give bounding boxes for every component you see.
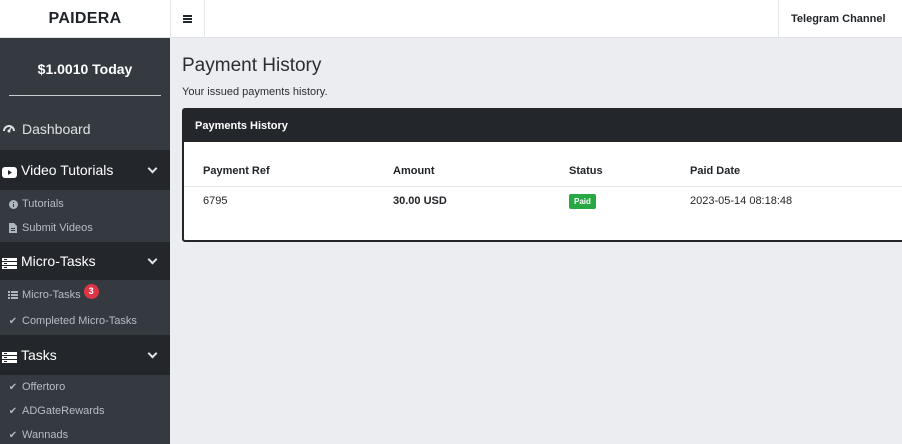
youtube-icon bbox=[2, 165, 17, 178]
tasks-list-icon bbox=[2, 256, 17, 269]
sidebar-item-wannads[interactable]: ✔ Wannads bbox=[0, 423, 170, 444]
sidebar-section-label: Tasks bbox=[21, 347, 57, 363]
list-icon bbox=[4, 291, 22, 299]
document-icon bbox=[4, 223, 22, 233]
sidebar-item-completed-micro-tasks[interactable]: ✔ Completed Micro-Tasks bbox=[0, 308, 170, 334]
sidebar-section-tasks[interactable]: Tasks bbox=[0, 335, 170, 375]
chevron-down-icon bbox=[147, 163, 158, 173]
check-icon: ✔ bbox=[8, 405, 18, 417]
column-header: Status bbox=[569, 156, 690, 187]
payments-card: Payments History Payment Ref Amount Stat… bbox=[182, 108, 902, 242]
sidebar-section-video-tutorials[interactable]: Video Tutorials bbox=[0, 150, 170, 190]
table-header-row: Payment Ref Amount Status Paid Date bbox=[184, 156, 902, 187]
sidebar-section-label: Micro-Tasks bbox=[21, 253, 96, 269]
sidebar-item-label: Dashboard bbox=[22, 120, 91, 137]
status-badge: Paid bbox=[569, 193, 596, 209]
sidebar: $1.0010 Today Dashboard Video Tutorials … bbox=[0, 38, 170, 444]
paid-date-cell: 2023-05-14 08:18:48 bbox=[690, 195, 793, 208]
balance-today: $1.0010 Today bbox=[9, 38, 161, 96]
sidebar-item-dashboard[interactable]: Dashboard bbox=[0, 111, 170, 146]
table-row: 6795 30.00 USD Paid 2023-05-14 08:18:48 bbox=[184, 186, 902, 216]
check-icon: ✔ bbox=[8, 381, 18, 393]
info-icon bbox=[4, 199, 22, 209]
top-navbar: PAIDERA Telegram Channel bbox=[0, 0, 902, 38]
submenu-tasks: ✔ Offertoro ✔ ADGateRewards ✔ Wannads bbox=[0, 375, 170, 444]
tasks-list-icon bbox=[2, 350, 17, 363]
check-icon: ✔ bbox=[8, 315, 18, 327]
sidebar-item-label: Wannads bbox=[22, 429, 69, 441]
chevron-down-icon bbox=[147, 254, 158, 264]
payments-table: Payment Ref Amount Status Paid Date 6795… bbox=[184, 156, 902, 216]
sidebar-item-label: Offertoro bbox=[22, 381, 66, 393]
page-title: Payment History bbox=[182, 55, 322, 76]
sidebar-section-label: Video Tutorials bbox=[21, 162, 114, 178]
sidebar-section-micro-tasks[interactable]: Micro-Tasks bbox=[0, 242, 170, 280]
column-header: Paid Date bbox=[690, 156, 902, 187]
check-icon: ✔ bbox=[8, 429, 18, 441]
submenu-micro-tasks: Micro-Tasks 3 ✔ Completed Micro-Tasks bbox=[0, 280, 170, 335]
sidebar-item-label: Submit Videos bbox=[22, 222, 93, 234]
column-header: Amount bbox=[393, 156, 569, 187]
sidebar-item-offertoro[interactable]: ✔ Offertoro bbox=[0, 375, 170, 399]
sidebar-item-micro-tasks[interactable]: Micro-Tasks 3 bbox=[0, 282, 170, 308]
sidebar-item-adgaterewards[interactable]: ✔ ADGateRewards bbox=[0, 399, 170, 423]
payment-ref-cell: 6795 bbox=[203, 195, 228, 208]
telegram-channel-link[interactable]: Telegram Channel bbox=[778, 0, 902, 38]
chevron-down-icon bbox=[147, 348, 158, 358]
brand-logo[interactable]: PAIDERA bbox=[0, 0, 170, 38]
notification-badge: 3 bbox=[83, 283, 99, 299]
sidebar-item-tutorials[interactable]: Tutorials bbox=[0, 192, 170, 216]
dashboard-icon bbox=[2, 121, 18, 136]
column-header: Payment Ref bbox=[184, 156, 393, 187]
sidebar-item-label: Micro-Tasks bbox=[22, 289, 81, 301]
sidebar-item-submit-videos[interactable]: Submit Videos bbox=[0, 216, 170, 240]
sidebar-item-label: Tutorials bbox=[22, 198, 64, 210]
menu-toggle-button[interactable] bbox=[170, 0, 205, 38]
hamburger-icon bbox=[183, 15, 192, 23]
card-title: Payments History bbox=[184, 110, 902, 142]
status-cell: Paid bbox=[569, 186, 690, 216]
main-content: Payment History Your issued payments his… bbox=[170, 38, 902, 444]
amount-cell: 30.00 USD bbox=[393, 195, 447, 208]
sidebar-item-label: ADGateRewards bbox=[22, 405, 105, 417]
submenu-video-tutorials: Tutorials Submit Videos bbox=[0, 190, 170, 242]
page-subtitle: Your issued payments history. bbox=[182, 86, 328, 98]
sidebar-item-label: Completed Micro-Tasks bbox=[22, 315, 137, 327]
